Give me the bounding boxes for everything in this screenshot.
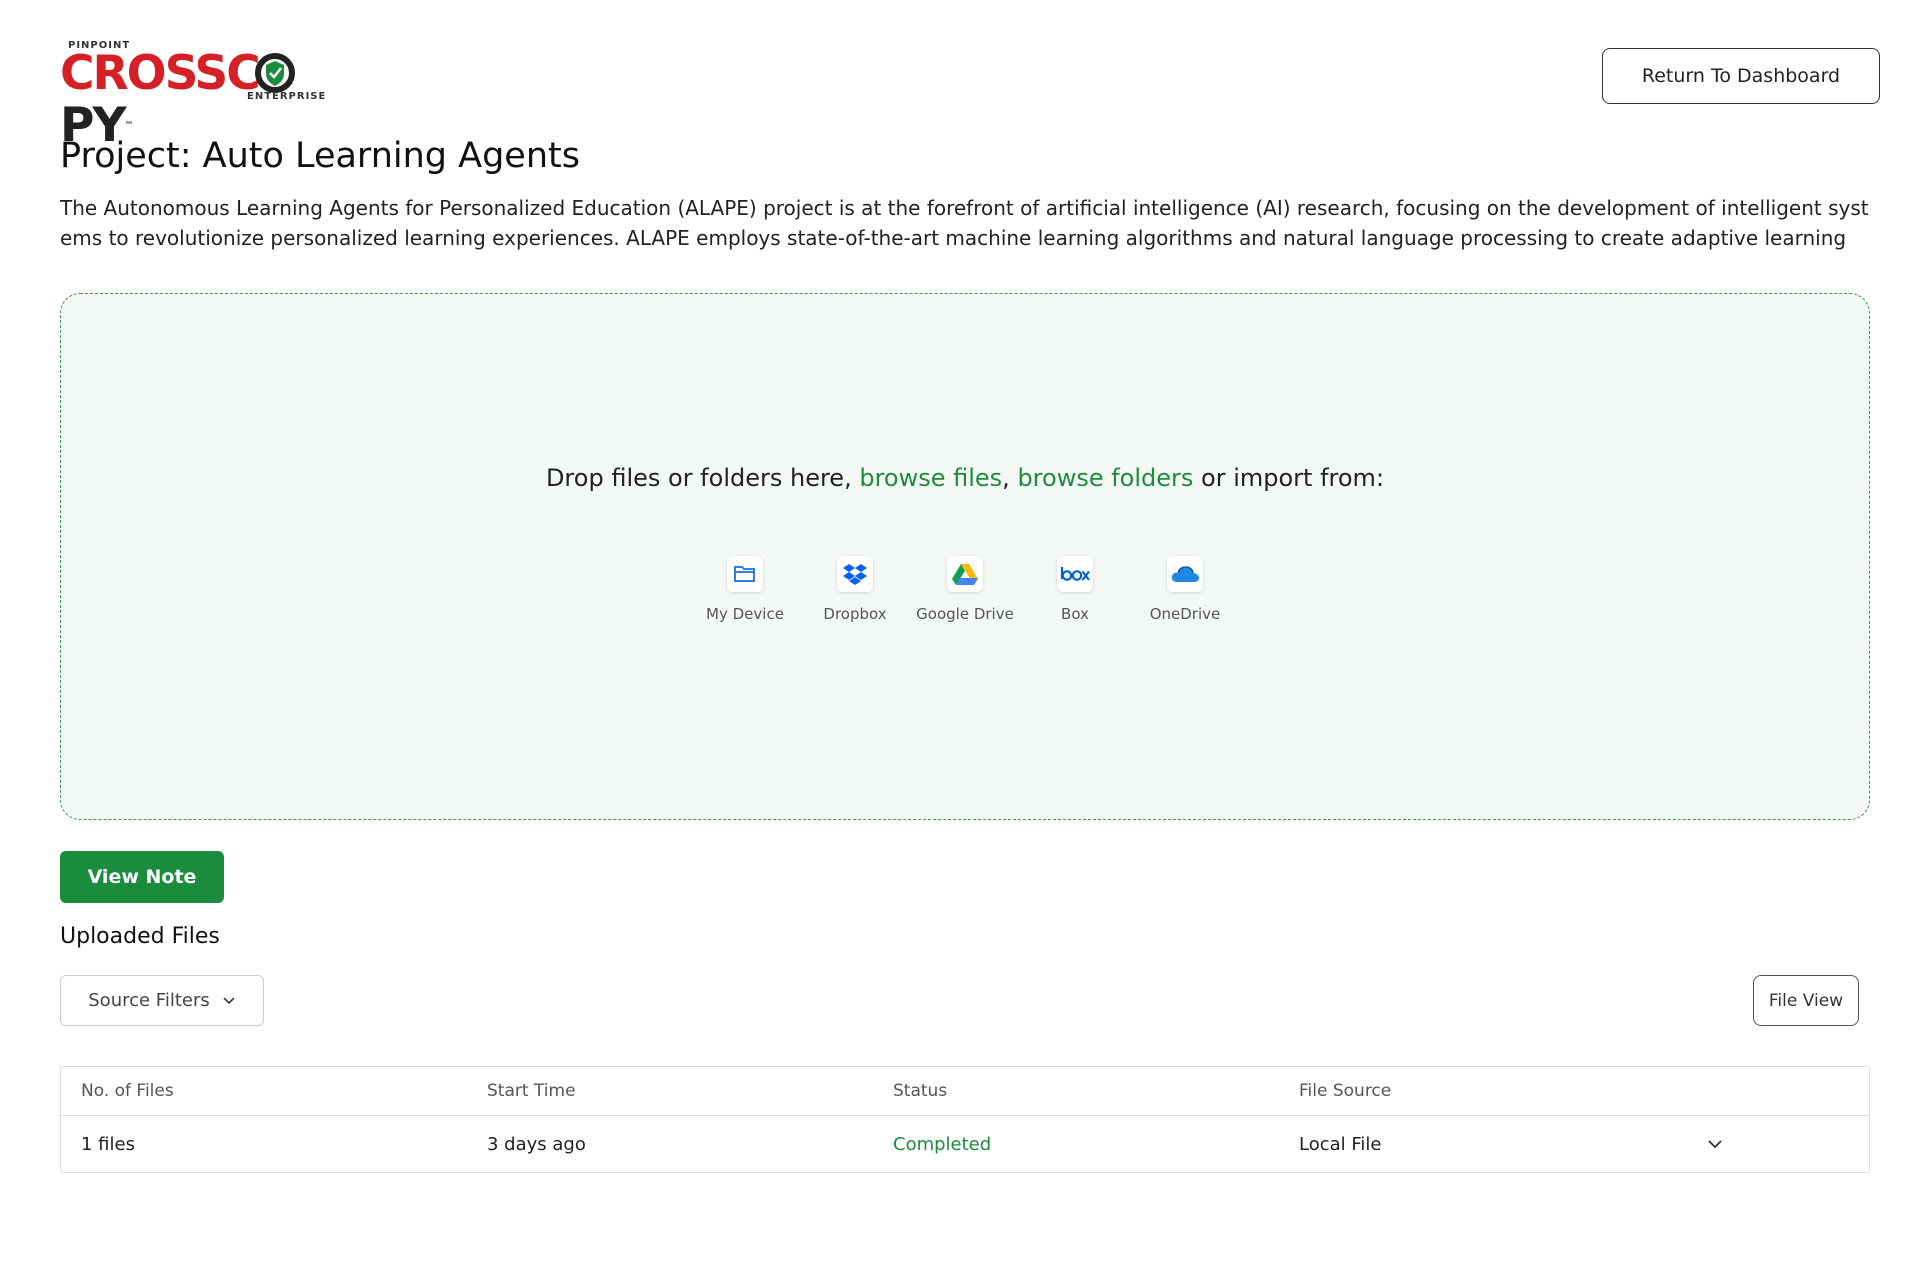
logo-sub-text: ENTERPRISE (247, 91, 327, 102)
source-label: Box (1061, 605, 1089, 623)
folder-icon (727, 556, 763, 592)
source-label: My Device (706, 605, 784, 623)
google-drive-icon (947, 556, 983, 592)
source-filters-label: Source Filters (88, 990, 210, 1011)
file-dropzone[interactable]: Drop files or folders here, browse files… (60, 293, 1870, 820)
logo-red-text: CROSSC (60, 46, 261, 101)
import-sources: My Device Dropbox Google Drive Box OneDr… (61, 556, 1869, 623)
page-title: Project: Auto Learning Agents (60, 136, 580, 176)
row-file-source: Local File (1299, 1133, 1382, 1155)
file-view-button[interactable]: File View (1753, 975, 1859, 1026)
uploads-table: No. of Files Start Time Status File Sour… (60, 1066, 1870, 1173)
source-label: Google Drive (916, 605, 1014, 623)
column-header-status: Status (893, 1081, 948, 1101)
source-box[interactable]: Box (1020, 556, 1130, 623)
chevron-down-icon (223, 996, 235, 1004)
logo-shield-icon (254, 53, 295, 93)
column-header-start-time: Start Time (487, 1081, 576, 1101)
onedrive-icon (1167, 556, 1203, 592)
dropzone-instructions: Drop files or folders here, browse files… (61, 464, 1869, 492)
source-filters-dropdown[interactable]: Source Filters (60, 975, 264, 1026)
dropzone-text-suffix: or import from: (1193, 464, 1385, 492)
crosscopy-logo: PINPOINT CROSSC PY™ ENTERPRISE (60, 40, 360, 152)
dropzone-separator: , (1002, 464, 1018, 492)
row-files: 1 files (81, 1133, 135, 1155)
expand-row-chevron-icon[interactable] (1705, 1134, 1725, 1154)
column-header-file-source: File Source (1299, 1081, 1392, 1101)
logo-trademark: ™ (124, 121, 133, 131)
dropzone-text-prefix: Drop files or folders here, (545, 464, 860, 492)
return-to-dashboard-button[interactable]: Return To Dashboard (1602, 48, 1880, 104)
browse-folders-link[interactable]: browse folders (1017, 464, 1193, 492)
browse-files-link[interactable]: browse files (859, 464, 1002, 492)
table-row[interactable]: 1 files 3 days ago Completed Local File (61, 1116, 1869, 1172)
source-google-drive[interactable]: Google Drive (910, 556, 1020, 623)
source-onedrive[interactable]: OneDrive (1130, 556, 1240, 623)
box-icon (1057, 556, 1093, 592)
view-note-button[interactable]: View Note (60, 851, 224, 903)
project-description: The Autonomous Learning Agents for Perso… (60, 196, 1869, 250)
source-my-device[interactable]: My Device (690, 556, 800, 623)
column-header-files: No. of Files (81, 1081, 174, 1101)
row-status: Completed (893, 1133, 992, 1155)
table-header-row: No. of Files Start Time Status File Sour… (61, 1067, 1869, 1116)
source-label: OneDrive (1149, 605, 1221, 623)
row-start-time: 3 days ago (487, 1133, 586, 1155)
uploaded-files-heading: Uploaded Files (60, 924, 220, 949)
source-dropbox[interactable]: Dropbox (800, 556, 910, 623)
source-label: Dropbox (823, 605, 887, 623)
dropbox-icon (837, 556, 873, 592)
